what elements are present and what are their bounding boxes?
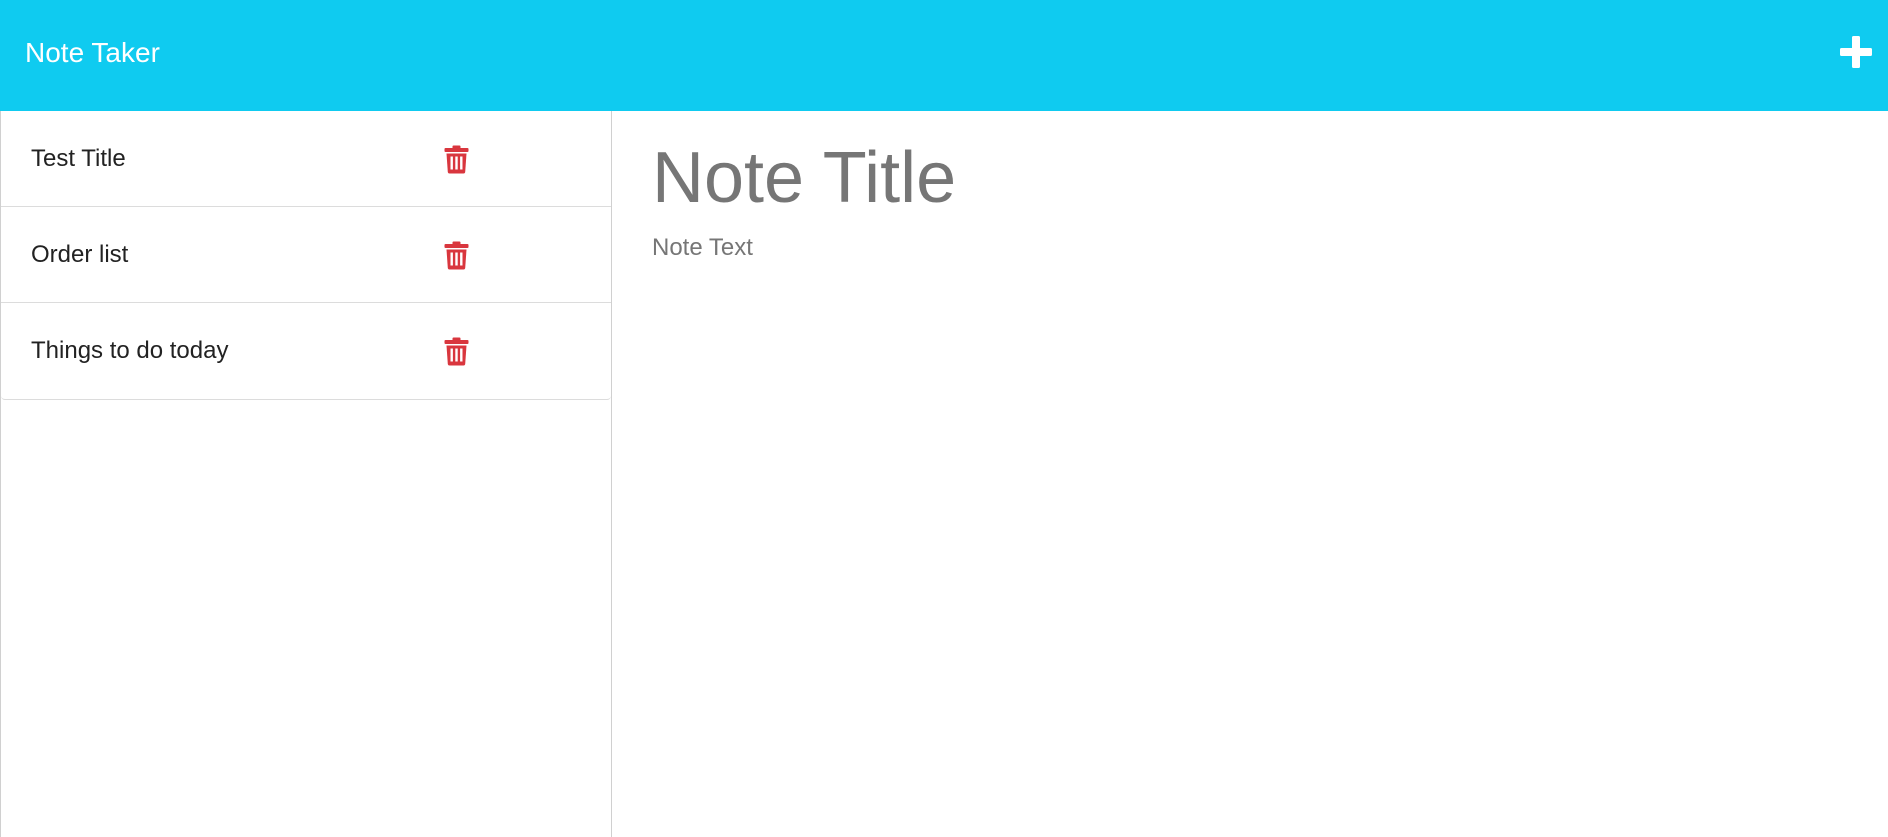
list-item[interactable]: Test Title [1, 111, 611, 207]
trash-icon [444, 241, 469, 270]
list-item[interactable]: Things to do today [1, 303, 611, 400]
note-item-title[interactable]: Test Title [31, 145, 126, 173]
trash-icon [444, 337, 469, 366]
trash-icon [444, 145, 469, 174]
note-text-input[interactable] [652, 233, 1832, 813]
plus-icon [1840, 36, 1872, 68]
navbar: Note Taker [0, 0, 1888, 111]
list-item[interactable]: Order list [1, 207, 611, 303]
new-note-button[interactable] [1838, 34, 1874, 70]
delete-note-button[interactable] [444, 337, 469, 366]
notes-sidebar: Test Title Order list Things to do today [0, 111, 612, 837]
delete-note-button[interactable] [444, 241, 469, 270]
note-editor [612, 111, 1888, 837]
note-list: Test Title Order list Things to do today [1, 111, 611, 400]
note-item-title[interactable]: Things to do today [31, 337, 228, 365]
brand-link[interactable]: Note Taker [25, 36, 160, 70]
delete-note-button[interactable] [444, 145, 469, 174]
note-item-title[interactable]: Order list [31, 241, 128, 269]
note-title-input[interactable] [652, 136, 1832, 220]
